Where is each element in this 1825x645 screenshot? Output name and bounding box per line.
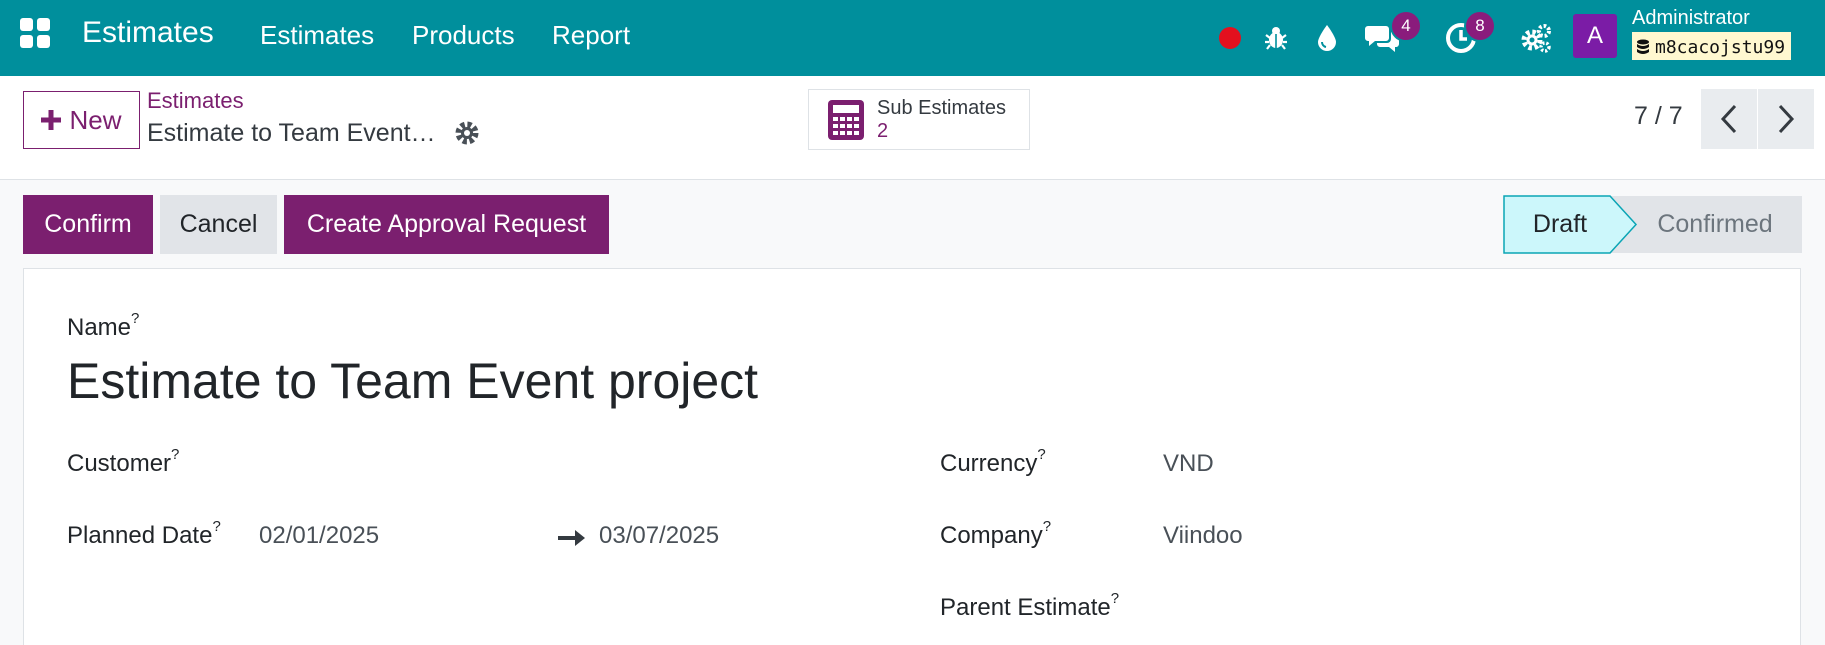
menu-item-report[interactable]: Report	[552, 20, 630, 51]
activity-count-badge: 8	[1464, 10, 1496, 42]
new-button-label: New	[69, 104, 122, 135]
pager-next-button[interactable]	[1758, 89, 1814, 149]
breadcrumb-parent[interactable]: Estimates	[147, 88, 244, 114]
pager-value[interactable]: 7 / 7	[1634, 102, 1683, 131]
parent-estimate-field[interactable]	[1163, 594, 1763, 624]
chevron-right-icon	[1778, 104, 1795, 134]
calculator-icon	[828, 99, 864, 140]
recording-icon[interactable]	[1218, 0, 1242, 76]
planned-date-help[interactable]: ?	[212, 518, 220, 535]
top-navbar: Estimates Estimates Products Report 4 8 …	[0, 0, 1825, 76]
planned-date-label: Planned Date?	[67, 518, 221, 550]
company-label-text: Company	[940, 522, 1043, 549]
stage-confirmed[interactable]: Confirmed	[1635, 195, 1795, 254]
bug-icon[interactable]	[1256, 0, 1296, 76]
database-name-text: m8cacojstu99	[1655, 36, 1786, 58]
pager-previous-button[interactable]	[1701, 89, 1757, 149]
name-field[interactable]: Estimate to Team Event project	[67, 352, 758, 410]
chevron-left-icon	[1720, 104, 1737, 134]
parent-estimate-help[interactable]: ?	[1111, 590, 1119, 607]
currency-label-text: Currency	[940, 450, 1038, 477]
menu-item-products[interactable]: Products	[412, 20, 515, 51]
sub-estimates-count: 2	[877, 119, 889, 142]
planned-start-field[interactable]: 02/01/2025	[259, 522, 379, 550]
sub-estimates-button[interactable]: Sub Estimates 2	[808, 89, 1030, 150]
name-help[interactable]: ?	[131, 310, 139, 327]
status-stages: Draft Confirmed	[1503, 195, 1803, 254]
company-help[interactable]: ?	[1043, 518, 1051, 535]
planned-end-field[interactable]: 03/07/2025	[599, 522, 719, 550]
apps-menu-icon[interactable]	[20, 18, 50, 48]
sub-estimates-label: Sub Estimates	[877, 96, 1006, 119]
name-label-text: Name	[67, 314, 132, 341]
name-label: Name?	[67, 310, 139, 342]
currency-label: Currency?	[940, 446, 1046, 478]
confirm-button[interactable]: Confirm	[23, 195, 153, 254]
new-button[interactable]: New	[23, 91, 140, 149]
settings-gears-icon[interactable]	[1516, 0, 1556, 76]
cancel-button[interactable]: Cancel	[160, 195, 277, 254]
arrow-right-icon	[558, 530, 585, 546]
customer-help[interactable]: ?	[171, 446, 179, 463]
company-label: Company?	[940, 518, 1051, 550]
app-brand[interactable]: Estimates	[82, 16, 214, 50]
currency-help[interactable]: ?	[1037, 446, 1045, 463]
user-avatar[interactable]: A	[1573, 14, 1617, 58]
breadcrumb-current: Estimate to Team Event…	[147, 119, 436, 147]
create-approval-request-button[interactable]: Create Approval Request	[284, 195, 609, 254]
planned-date-label-text: Planned Date	[67, 522, 213, 549]
chat-count-badge: 4	[1390, 10, 1422, 42]
form-sheet: Name? Estimate to Team Event project Cus…	[23, 268, 1801, 645]
currency-field[interactable]: VND	[1163, 450, 1214, 478]
database-name: m8cacojstu99	[1632, 32, 1792, 60]
parent-estimate-label-text: Parent Estimate	[940, 594, 1111, 621]
gear-icon[interactable]	[454, 120, 480, 146]
company-field[interactable]: Viindoo	[1163, 522, 1243, 550]
customer-field[interactable]	[259, 450, 809, 480]
user-name[interactable]: Administrator	[1632, 7, 1750, 30]
menu-item-estimates[interactable]: Estimates	[260, 20, 374, 51]
water-drop-icon[interactable]	[1307, 0, 1347, 76]
database-icon	[1637, 39, 1649, 54]
stage-draft[interactable]: Draft	[1503, 195, 1617, 254]
control-panel: New Estimates Estimate to Team Event… Su…	[0, 76, 1825, 180]
customer-label-text: Customer	[67, 450, 172, 477]
plus-icon	[41, 110, 62, 130]
parent-estimate-label: Parent Estimate?	[940, 590, 1119, 622]
customer-label: Customer?	[67, 446, 179, 478]
